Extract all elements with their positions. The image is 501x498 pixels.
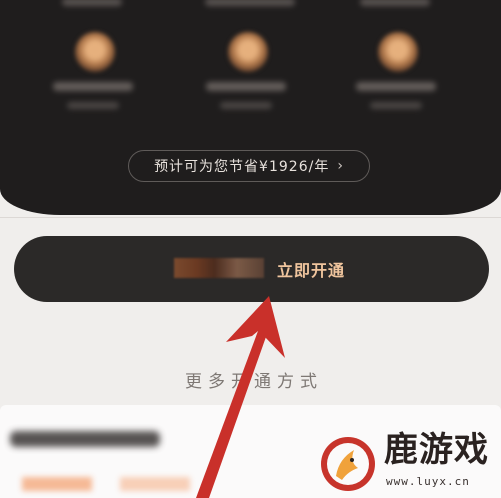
benefit-item[interactable] [43, 30, 153, 125]
membership-benefits-panel: 预计可为您节省¥1926/年 › [0, 0, 501, 215]
blurred-text [205, 0, 295, 6]
benefit-item[interactable] [196, 30, 306, 125]
savings-estimate-link[interactable]: 预计可为您节省¥1926/年 › [128, 150, 370, 182]
chevron-right-icon: › [337, 158, 344, 174]
benefit-icon [228, 32, 268, 72]
price-blurred [174, 258, 264, 278]
watermark: 鹿游戏 www.luyx.cn [318, 430, 501, 498]
more-methods-label[interactable]: 更多开通方式 [185, 367, 323, 392]
watermark-title: 鹿游戏 [384, 430, 489, 470]
open-now-button[interactable]: 立即开通 [14, 236, 489, 302]
benefit-title [53, 82, 133, 91]
blurred-text [360, 0, 430, 6]
blurred-option [120, 477, 190, 491]
blurred-text [62, 0, 122, 6]
benefit-title [356, 82, 436, 91]
deer-logo-icon [321, 437, 375, 491]
benefit-title [206, 82, 286, 91]
blurred-card-title [10, 431, 160, 447]
benefit-subtitle [370, 102, 422, 109]
blurred-option [22, 477, 92, 491]
benefit-icon [75, 32, 115, 72]
divider [0, 217, 501, 218]
benefit-subtitle [67, 102, 119, 109]
savings-text: 预计可为您节省¥1926/年 [154, 159, 330, 175]
watermark-url: www.luyx.cn [386, 475, 470, 488]
arrow-head [226, 296, 285, 358]
benefit-item[interactable] [346, 30, 456, 125]
open-now-label: 立即开通 [277, 261, 346, 280]
benefit-icon [378, 32, 418, 72]
benefit-subtitle [220, 102, 272, 109]
